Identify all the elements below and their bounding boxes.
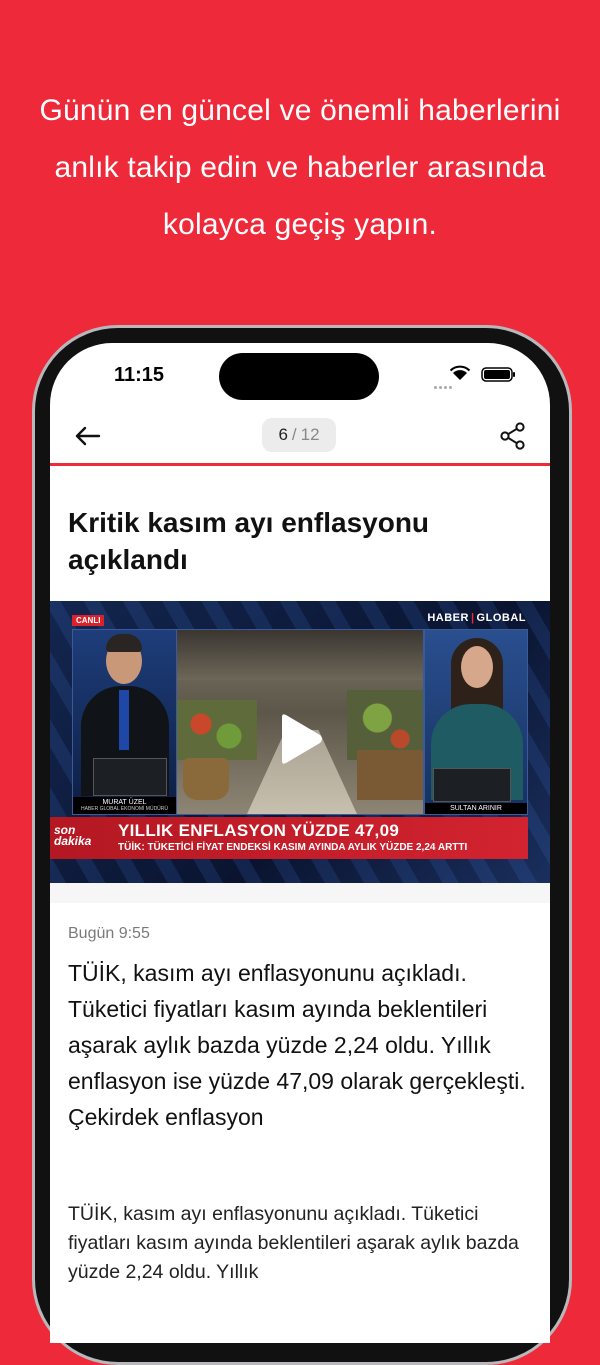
news-ticker: son dakika YILLIK ENFLASYON YÜZDE 47,09 … [50, 817, 528, 859]
anchor-left-name: MURAT ÜZEL [102, 799, 147, 806]
wifi-battery-icon [450, 365, 515, 382]
anchor-right-name: SULTAN ARINIR [450, 805, 502, 812]
page-current: 6 [278, 425, 288, 444]
anchor-left-tie [119, 690, 129, 750]
promo-line-2: anlık takip edin ve haberler arasında [54, 151, 546, 184]
promo-text: Günün en güncel ve önemli haberlerini an… [0, 82, 600, 253]
anchor-right-frame: SULTAN ARINIR [424, 629, 528, 815]
dynamic-island [219, 353, 379, 400]
promo-line-3: kolayca geçiş yapın. [162, 208, 438, 241]
anchor-left-desk [93, 758, 167, 796]
article-body: TÜİK, kasım ayı enflasyonunu açıkladı. T… [68, 1203, 519, 1283]
market-ceiling [177, 630, 423, 680]
page-total: 12 [300, 425, 320, 444]
article-title: Kritik kasım ayı enflasyonu açıklandı [68, 507, 430, 575]
ticker-subline: TÜİK: TÜKETİCİ FİYAT ENDEKSİ KASIM AYIND… [118, 842, 468, 853]
ticker-logo: son dakika [54, 824, 92, 848]
anchor-left-hair [106, 634, 142, 652]
article-summary: TÜİK, kasım ayı enflasyonunu açıkladı. T… [68, 960, 526, 1130]
page-separator: / [291, 425, 297, 444]
header-divider [50, 463, 550, 466]
produce-left [177, 700, 257, 760]
status-bar: 11:15 [50, 343, 550, 407]
promo-line-1: Günün en güncel ve önemli haberlerini [39, 94, 561, 127]
channel-logo: HABER | GLOBAL [427, 612, 526, 624]
article-content: Bugün 9:55 TÜİK, kasım ayı enflasyonunu … [50, 883, 550, 1343]
anchor-left-caption: MURAT ÜZEL HABER GLOBAL EKONOMİ MÜDÜRÜ [73, 797, 176, 814]
anchor-right-caption: SULTAN ARINIR [425, 803, 527, 814]
play-icon[interactable] [272, 711, 326, 767]
phone-screen: 11:15 6 / 12 Kritik kasım ayı enflasyonu… [50, 343, 550, 1343]
channel-name-2: GLOBAL [476, 612, 526, 624]
share-icon[interactable] [500, 422, 526, 450]
anchor-left-frame: MURAT ÜZEL HABER GLOBAL EKONOMİ MÜDÜRÜ [72, 629, 177, 815]
basket [183, 758, 229, 800]
crates-right [357, 750, 423, 800]
back-arrow-icon[interactable] [72, 421, 102, 451]
anchor-left-title: HABER GLOBAL EKONOMİ MÜDÜRÜ [80, 806, 169, 812]
channel-name-1: HABER [427, 612, 469, 624]
anchor-right-head [461, 646, 493, 688]
status-time: 11:15 [114, 364, 165, 386]
page-indicator: 6 / 12 [262, 418, 336, 452]
anchor-right-desk [433, 768, 511, 802]
article-timestamp: Bugün 9:55 [68, 925, 150, 942]
channel-separator: | [470, 612, 475, 624]
live-badge: CANLI [72, 615, 105, 626]
video-player[interactable]: CANLI HABER | GLOBAL MURAT ÜZEL HABER GLOB… [50, 601, 550, 883]
ticker-logo-2: dakika [54, 834, 92, 848]
article-card: Bugün 9:55 TÜİK, kasım ayı enflasyonunu … [50, 903, 550, 1343]
ticker-headline: YILLIK ENFLASYON YÜZDE 47,09 [118, 821, 400, 840]
